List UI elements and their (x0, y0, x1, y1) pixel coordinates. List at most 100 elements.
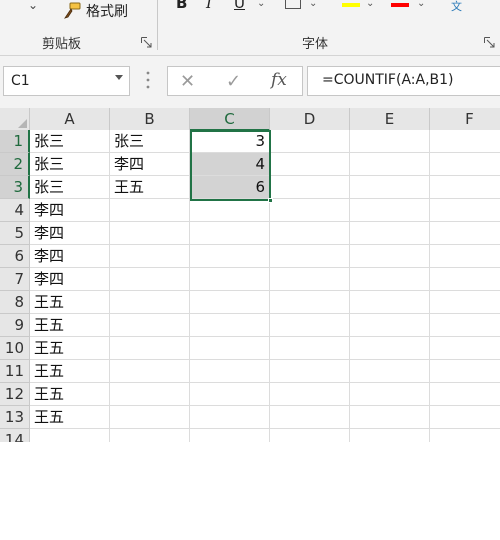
cell-f1[interactable] (430, 130, 500, 153)
cell-e14[interactable] (350, 429, 430, 442)
cell-a14[interactable] (30, 429, 110, 442)
cell-f5[interactable] (430, 222, 500, 245)
cancel-icon[interactable]: ✕ (180, 71, 195, 92)
drag-handle-icon[interactable] (146, 70, 150, 90)
border-dropdown-icon[interactable]: ⌄ (309, 0, 317, 9)
cell-d13[interactable] (270, 406, 350, 429)
cell-d4[interactable] (270, 199, 350, 222)
font-color-icon[interactable] (391, 3, 409, 7)
cell-c2[interactable]: 4 (190, 153, 270, 176)
cell-c11[interactable] (190, 360, 270, 383)
underline-dropdown-icon[interactable]: ⌄ (257, 0, 265, 9)
cell-b14[interactable] (110, 429, 190, 442)
cell-b2[interactable]: 李四 (110, 153, 190, 176)
bold-button[interactable]: B (176, 0, 187, 12)
cell-d9[interactable] (270, 314, 350, 337)
cell-b10[interactable] (110, 337, 190, 360)
cell-a5[interactable]: 李四 (30, 222, 110, 245)
cell-e5[interactable] (350, 222, 430, 245)
cell-e2[interactable] (350, 153, 430, 176)
cell-a2[interactable]: 张三 (30, 153, 110, 176)
cell-c7[interactable] (190, 268, 270, 291)
cell-e3[interactable] (350, 176, 430, 199)
row-header[interactable]: 3 (0, 176, 30, 199)
row-header[interactable]: 1 (0, 130, 30, 153)
cell-e1[interactable] (350, 130, 430, 153)
cell-f3[interactable] (430, 176, 500, 199)
cell-c8[interactable] (190, 291, 270, 314)
cell-f9[interactable] (430, 314, 500, 337)
underline-button[interactable]: U (234, 0, 245, 12)
cell-b9[interactable] (110, 314, 190, 337)
cell-a9[interactable]: 王五 (30, 314, 110, 337)
cell-d5[interactable] (270, 222, 350, 245)
cell-f10[interactable] (430, 337, 500, 360)
highlight-color-icon[interactable] (342, 3, 360, 7)
cell-d14[interactable] (270, 429, 350, 442)
cell-a8[interactable]: 王五 (30, 291, 110, 314)
cell-c3[interactable]: 6 (190, 176, 270, 199)
cell-e7[interactable] (350, 268, 430, 291)
column-header-b[interactable]: B (110, 108, 190, 131)
cell-f14[interactable] (430, 429, 500, 442)
cell-f12[interactable] (430, 383, 500, 406)
cell-b5[interactable] (110, 222, 190, 245)
cell-a4[interactable]: 李四 (30, 199, 110, 222)
cell-b8[interactable] (110, 291, 190, 314)
row-header[interactable]: 8 (0, 291, 30, 314)
fill-handle[interactable] (268, 198, 273, 203)
cell-e8[interactable] (350, 291, 430, 314)
row-header[interactable]: 4 (0, 199, 30, 222)
cell-a7[interactable]: 李四 (30, 268, 110, 291)
row-header[interactable]: 2 (0, 153, 30, 176)
cell-d7[interactable] (270, 268, 350, 291)
select-all-button[interactable] (0, 108, 30, 131)
cell-f8[interactable] (430, 291, 500, 314)
cell-f11[interactable] (430, 360, 500, 383)
border-icon[interactable] (285, 0, 301, 9)
cell-e11[interactable] (350, 360, 430, 383)
cell-c13[interactable] (190, 406, 270, 429)
cell-e13[interactable] (350, 406, 430, 429)
insert-function-icon[interactable]: fx (271, 70, 287, 90)
cell-b13[interactable] (110, 406, 190, 429)
cell-b1[interactable]: 张三 (110, 130, 190, 153)
font-launcher-icon[interactable] (484, 37, 495, 48)
cell-b4[interactable] (110, 199, 190, 222)
cell-c5[interactable] (190, 222, 270, 245)
cell-b12[interactable] (110, 383, 190, 406)
row-header[interactable]: 5 (0, 222, 30, 245)
chevron-down-icon[interactable]: ⌄ (28, 0, 38, 12)
column-header-f[interactable]: F (430, 108, 500, 131)
cell-b6[interactable] (110, 245, 190, 268)
cell-d6[interactable] (270, 245, 350, 268)
italic-button[interactable]: I (206, 0, 212, 12)
cell-f4[interactable] (430, 199, 500, 222)
cell-c1[interactable]: 3 (190, 130, 270, 153)
cell-a6[interactable]: 李四 (30, 245, 110, 268)
cell-f7[interactable] (430, 268, 500, 291)
cell-d2[interactable] (270, 153, 350, 176)
cell-a11[interactable]: 王五 (30, 360, 110, 383)
name-box[interactable]: C1 (3, 66, 130, 96)
clipboard-launcher-icon[interactable] (141, 37, 152, 48)
cell-e12[interactable] (350, 383, 430, 406)
cell-f2[interactable] (430, 153, 500, 176)
cell-c4[interactable] (190, 199, 270, 222)
column-header-a[interactable]: A (30, 108, 110, 131)
cell-c10[interactable] (190, 337, 270, 360)
cell-d8[interactable] (270, 291, 350, 314)
cell-e6[interactable] (350, 245, 430, 268)
cell-d3[interactable] (270, 176, 350, 199)
column-header-e[interactable]: E (350, 108, 430, 131)
cell-c14[interactable] (190, 429, 270, 442)
cell-a10[interactable]: 王五 (30, 337, 110, 360)
cell-e10[interactable] (350, 337, 430, 360)
cell-b7[interactable] (110, 268, 190, 291)
formula-input[interactable]: =COUNTIF(A:A,B1) (307, 66, 500, 96)
row-header[interactable]: 11 (0, 360, 30, 383)
row-header[interactable]: 6 (0, 245, 30, 268)
confirm-icon[interactable]: ✓ (226, 71, 241, 92)
cell-a3[interactable]: 张三 (30, 176, 110, 199)
highlight-dropdown-icon[interactable]: ⌄ (366, 0, 374, 9)
